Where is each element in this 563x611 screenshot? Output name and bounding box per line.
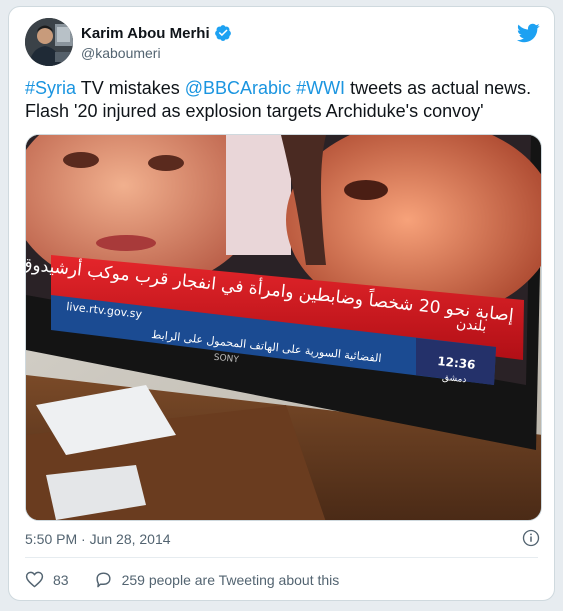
divider	[25, 557, 538, 558]
tweet-text-body: #Syria TV mistakes @BBCArabic #WWI tweet…	[25, 78, 531, 121]
tweet-text: #Syria TV mistakes @BBCArabic #WWI tweet…	[25, 77, 545, 123]
twitter-logo-icon[interactable]	[516, 21, 540, 45]
avatar[interactable]	[25, 18, 73, 66]
tweet-link[interactable]: @BBCArabic	[185, 78, 291, 98]
avatar-photo	[25, 18, 73, 66]
tweet-photo[interactable]: إصابة نحو 20 شخصاً وضابطين وامرأة في انف…	[25, 134, 542, 521]
tweet-text-segment: TV mistakes	[76, 78, 185, 98]
verified-badge-icon	[214, 25, 231, 41]
tweet-link[interactable]: #Syria	[25, 78, 76, 98]
speech-bubble-icon	[96, 572, 111, 588]
like-button[interactable]: 83	[25, 570, 69, 589]
author-name[interactable]: Karim Abou Merhi	[81, 25, 210, 42]
like-count: 83	[53, 571, 69, 588]
ticker-second-text: بلندن	[455, 316, 487, 335]
author-handle[interactable]: @kaboumeri	[81, 45, 161, 61]
tweeting-about-text: 259 people are Tweeting about this	[121, 571, 340, 588]
author-name-row[interactable]: Karim Abou Merhi	[81, 24, 232, 42]
tweeting-about-link[interactable]: 259 people are Tweeting about this	[94, 570, 340, 589]
tweet-card: Karim Abou Merhi @kaboumeri #Syria TV mi…	[8, 6, 555, 601]
tweet-actions: 83 259 people are Tweeting about this	[25, 570, 339, 589]
tv-photo: إصابة نحو 20 شخصاً وضابطين وامرأة في انف…	[26, 135, 541, 520]
info-icon[interactable]	[522, 529, 540, 547]
tweet-timestamp[interactable]: 5:50 PM · Jun 28, 2014	[25, 531, 171, 547]
tweet-link[interactable]: #WWI	[296, 78, 345, 98]
heart-icon	[25, 571, 44, 588]
